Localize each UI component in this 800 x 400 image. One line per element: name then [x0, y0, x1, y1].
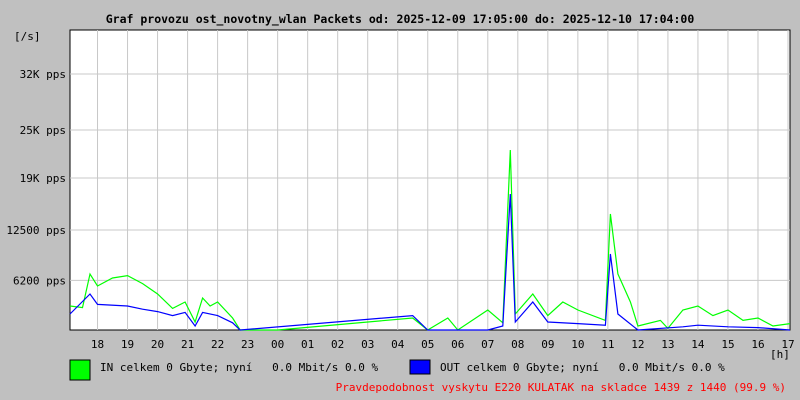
- x-tick-label: 12: [631, 338, 644, 351]
- y-tick-labels: 6200 pps 12500 pps 19K pps 25K pps 32K pps: [6, 68, 66, 287]
- x-tick-label: 14: [691, 338, 705, 351]
- x-tick-label: 15: [721, 338, 734, 351]
- x-tick-label: 05: [421, 338, 434, 351]
- legend-out-swatch: [409, 359, 431, 375]
- x-tick-label: 20: [151, 338, 164, 351]
- legend-out-text: OUT celkem 0 Gbyte; nyní 0.0 Mbit/s 0.0 …: [440, 361, 725, 374]
- traffic-chart: Graf provozu ost_novotny_wlan Packets od…: [6, 12, 795, 394]
- x-tick-label: 22: [211, 338, 224, 351]
- x-tick-label: 18: [91, 338, 104, 351]
- x-tick-label: 11: [601, 338, 614, 351]
- x-tick-label: 04: [391, 338, 405, 351]
- x-tick-label: 21: [181, 338, 194, 351]
- x-tick-labels: 18 19 20 21 22 23 00 01 02 03 04 05 06 07 08 09 10 11 12 13…: [91, 338, 795, 351]
- x-tick-label: 01: [301, 338, 314, 351]
- y-tick-label: 6200 pps: [13, 274, 66, 287]
- x-tick-label: 00: [271, 338, 284, 351]
- x-tick-label: 16: [751, 338, 764, 351]
- x-tick-label: 06: [451, 338, 464, 351]
- x-tick-label: 08: [511, 338, 524, 351]
- x-tick-label: 10: [571, 338, 584, 351]
- x-tick-label: 19: [121, 338, 134, 351]
- y-tick-label: 32K pps: [20, 68, 66, 81]
- x-unit-label: [h]: [770, 348, 790, 361]
- x-tick-label: 23: [241, 338, 254, 351]
- legend-in-swatch: [69, 359, 91, 381]
- y-tick-label: 25K pps: [20, 124, 66, 137]
- x-tick-label: 13: [661, 338, 674, 351]
- x-tick-label: 07: [481, 338, 494, 351]
- y-tick-label: 19K pps: [20, 172, 66, 185]
- x-tick-label: 02: [331, 338, 344, 351]
- x-tick-label: 09: [541, 338, 554, 351]
- y-tick-label: 12500 pps: [6, 224, 66, 237]
- y-unit-label: [/s]: [14, 30, 41, 43]
- x-tick-label: 03: [361, 338, 374, 351]
- chart-title: Graf provozu ost_novotny_wlan Packets od…: [106, 12, 695, 27]
- footer-note: Pravdepodobnost vyskytu E220 KULATAK na …: [336, 381, 786, 394]
- legend-in-text: IN celkem 0 Gbyte; nyní 0.0 Mbit/s 0.0 %: [100, 361, 379, 374]
- plot-area: [69, 29, 791, 331]
